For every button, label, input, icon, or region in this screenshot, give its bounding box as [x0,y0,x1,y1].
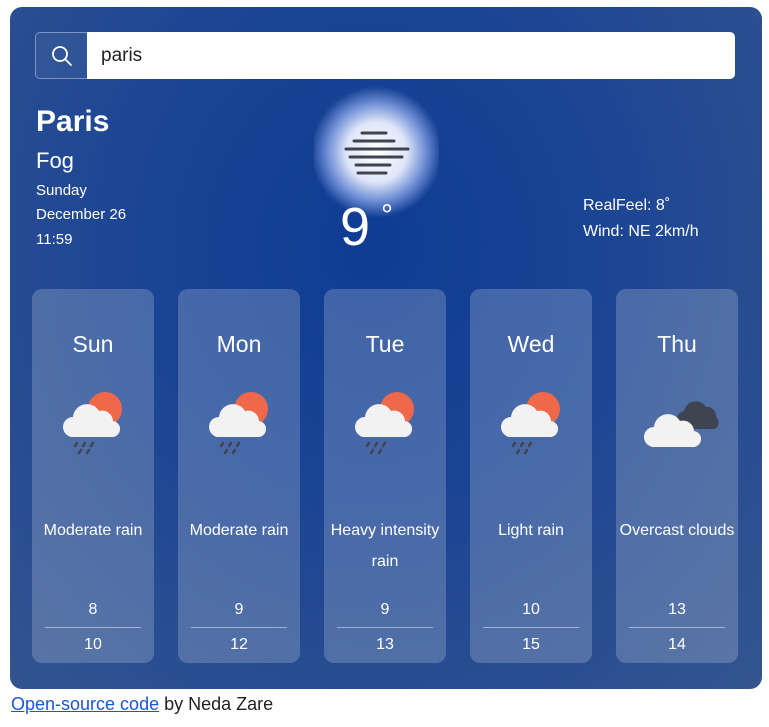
divider [483,627,579,628]
current-day: Sunday [36,182,87,199]
forecast-day: Wed [507,331,555,357]
forecast-min-temp: 8 [88,601,98,618]
forecast-max-temp: 12 [230,636,248,653]
forecast-min-temp: 9 [380,601,390,618]
fog-icon [344,131,409,175]
forecast-day: Tue [365,331,405,357]
forecast-day: Sun [72,331,114,357]
forecast-day: Thu [657,331,697,357]
sun-cloud-rain-icon [355,392,414,455]
footer-credit: by Neda Zare [159,694,274,714]
forecast-list: Sun Moderate rain 8 10 Mon Moderate rain… [32,289,738,663]
forecast-min-temp: 13 [668,601,686,618]
current-date: December 26 [36,206,127,223]
search-button[interactable] [35,32,87,79]
forecast-day: Mon [216,331,262,357]
current-time: 11:59 [36,231,73,248]
forecast-description: Overcast clouds [619,522,735,539]
forecast-description: Moderate rain [43,522,143,539]
weather-description: Fog [36,148,74,173]
overcast-clouds-icon [644,401,719,448]
forecast-max-temp: 10 [84,636,102,653]
current-temperature: 9 [340,197,371,257]
forecast-card: Sun Moderate rain 8 10 [32,289,154,663]
forecast-description: Heavy intensity rain [330,522,440,570]
forecast-card: Wed Light rain 10 15 [470,289,592,663]
current-weather-icon-wrap [314,82,439,222]
realfeel: RealFeel: 8˚ [583,197,671,214]
forecast-card: Thu Overcast clouds 13 14 [616,289,738,663]
divider [45,627,141,628]
divider [191,627,287,628]
degree-symbol: ° [381,199,393,232]
city-name: Paris [36,105,110,138]
source-code-link[interactable]: Open-source code [11,694,159,714]
search-bar [35,32,735,79]
search-icon [51,45,72,66]
forecast-card: Tue Heavy intensity rain 9 13 [324,289,446,663]
divider [337,627,433,628]
forecast-min-temp: 9 [234,601,244,618]
search-input[interactable] [87,32,735,79]
divider [629,627,725,628]
wind: Wind: NE 2km/h [583,223,699,240]
footer: Open-source code by Neda Zare [11,694,273,715]
forecast-description: Moderate rain [189,522,289,539]
sun-cloud-rain-icon [209,392,268,455]
forecast-max-temp: 15 [522,636,540,653]
forecast-description: Light rain [498,522,564,539]
weather-app: Paris Fog Sunday December 26 11:59 9 ° R… [10,7,762,689]
forecast-max-temp: 14 [668,636,686,653]
forecast-card: Mon Moderate rain 9 12 [178,289,300,663]
sun-cloud-rain-icon [62,392,122,455]
forecast-max-temp: 13 [376,636,394,653]
forecast-min-temp: 10 [522,601,540,618]
sun-cloud-rain-icon [501,392,560,455]
